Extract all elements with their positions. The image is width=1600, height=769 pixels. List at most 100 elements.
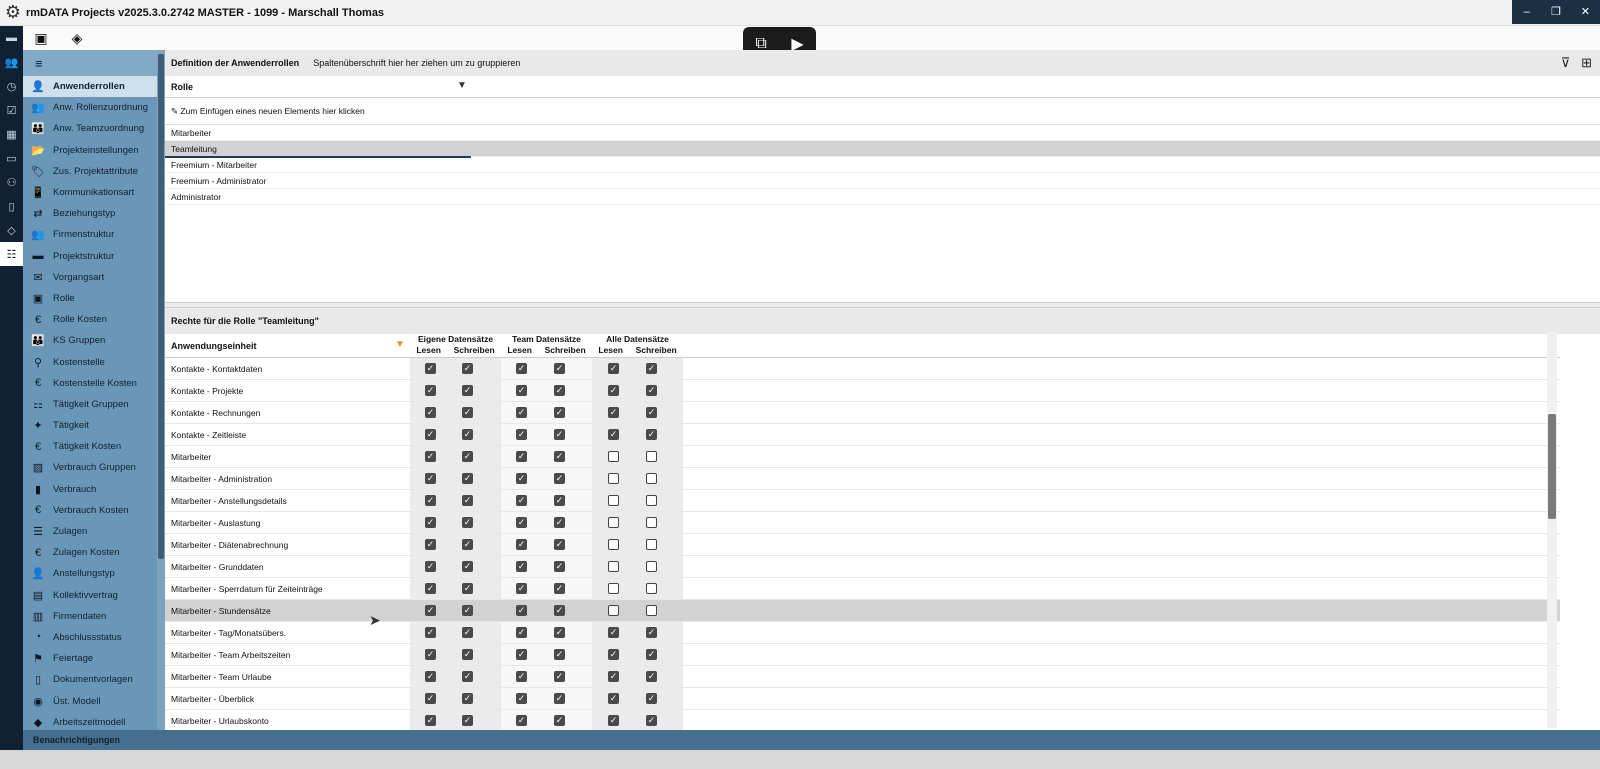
sidebar-item-3[interactable]: 📂 Projekteinstellungen	[23, 140, 165, 161]
role-row[interactable]: Freemium - Mitarbeiter	[165, 157, 1600, 173]
save-icon[interactable]: ▣	[23, 26, 59, 50]
permission-checkbox[interactable]: ✓	[646, 715, 657, 726]
permission-checkbox[interactable]: ✓	[516, 583, 527, 594]
sidebar-item-18[interactable]: ▨ Verbrauch Gruppen	[23, 457, 165, 478]
book-icon[interactable]: ▯	[0, 194, 23, 218]
permission-checkbox[interactable]: ✓	[425, 671, 436, 682]
permission-checkbox[interactable]: ✓	[462, 583, 473, 594]
permission-checkbox[interactable]: ✓	[516, 385, 527, 396]
permission-checkbox[interactable]: ✓	[554, 429, 565, 440]
sidebar-item-7[interactable]: 👥 Firmenstruktur	[23, 224, 165, 245]
rights-row[interactable]: Mitarbeiter - Auslastung ✓ ✓ ✓ ✓	[165, 512, 1560, 534]
permission-checkbox[interactable]: ✓	[608, 407, 619, 418]
permission-checkbox[interactable]: ✓	[462, 473, 473, 484]
sidebar-item-2[interactable]: 👪 Anw. Teamzuordnung	[23, 118, 165, 139]
rights-row[interactable]: Kontakte - Projekte ✓ ✓ ✓ ✓ ✓ ✓	[165, 380, 1560, 402]
permission-checkbox[interactable]: ✓	[462, 715, 473, 726]
permission-checkbox[interactable]: ✓	[462, 649, 473, 660]
permission-checkbox[interactable]: ✓	[646, 407, 657, 418]
permission-checkbox[interactable]: ✓	[516, 627, 527, 638]
role-row[interactable]: Administrator	[165, 189, 1600, 205]
permission-checkbox[interactable]: ✓	[425, 561, 436, 572]
sidebar-item-12[interactable]: 👪 KS Gruppen	[23, 330, 165, 351]
permission-checkbox[interactable]: ✓	[554, 407, 565, 418]
permission-checkbox[interactable]: ✓	[425, 495, 436, 506]
sidebar-item-10[interactable]: ▣ Rolle	[23, 288, 165, 309]
sidebar-item-17[interactable]: € Tätigkeit Kosten	[23, 436, 165, 457]
sidebar-item-28[interactable]: ▯ Dokumentvorlagen	[23, 669, 165, 690]
permission-checkbox[interactable]: ✓	[516, 539, 527, 550]
permission-checkbox[interactable]: ✓	[516, 407, 527, 418]
sidebar-item-13[interactable]: ⚲ Kostenstelle	[23, 351, 165, 372]
permission-checkbox[interactable]: ✓	[646, 385, 657, 396]
permission-checkbox[interactable]: ✓	[608, 385, 619, 396]
permission-checkbox[interactable]	[646, 451, 657, 462]
column-chooser-icon[interactable]: ⊞	[1581, 55, 1592, 70]
team-icon[interactable]: ⚇	[0, 170, 23, 194]
permission-checkbox[interactable]: ✓	[646, 627, 657, 638]
permission-checkbox[interactable]: ✓	[425, 451, 436, 462]
role-row[interactable]: Freemium - Administrator	[165, 173, 1600, 189]
rights-row[interactable]: Kontakte - Zeitleiste ✓ ✓ ✓ ✓ ✓ ✓	[165, 424, 1560, 446]
sidebar-item-9[interactable]: ✉ Vorgangsart	[23, 267, 165, 288]
permission-checkbox[interactable]: ✓	[608, 627, 619, 638]
permission-checkbox[interactable]: ✓	[462, 407, 473, 418]
minimize-button[interactable]: –	[1512, 0, 1541, 24]
rights-row[interactable]: Mitarbeiter - Administration ✓ ✓ ✓ ✓	[165, 468, 1560, 490]
permission-checkbox[interactable]: ✓	[462, 517, 473, 528]
permission-checkbox[interactable]: ✓	[554, 473, 565, 484]
permission-checkbox[interactable]: ✓	[608, 671, 619, 682]
rights-row[interactable]: Mitarbeiter - Anstellungsdetails ✓ ✓ ✓ ✓	[165, 490, 1560, 512]
sidebar-item-26[interactable]: ◔ Abschlussstatus	[23, 627, 165, 648]
sidebar-item-1[interactable]: 👥 Anw. Rollenzuordnung	[23, 97, 165, 118]
permission-checkbox[interactable]: ✓	[554, 385, 565, 396]
permission-checkbox[interactable]: ✓	[554, 605, 565, 616]
permission-checkbox[interactable]	[646, 473, 657, 484]
permission-checkbox[interactable]: ✓	[516, 363, 527, 374]
permission-checkbox[interactable]: ✓	[516, 495, 527, 506]
new-element-row[interactable]: ✎ Zum Einfügen eines neuen Elements hier…	[165, 98, 1600, 125]
permission-checkbox[interactable]	[608, 517, 619, 528]
clock-icon[interactable]: ◷	[0, 74, 23, 98]
rights-row[interactable]: Mitarbeiter - Grunddaten ✓ ✓ ✓ ✓	[165, 556, 1560, 578]
filter-icon[interactable]: ▼	[457, 80, 467, 91]
permission-checkbox[interactable]	[608, 451, 619, 462]
permission-checkbox[interactable]: ✓	[516, 451, 527, 462]
permission-checkbox[interactable]	[608, 561, 619, 572]
settings-icon[interactable]: ☷	[0, 242, 23, 266]
permission-checkbox[interactable]	[646, 539, 657, 550]
permission-checkbox[interactable]: ✓	[554, 627, 565, 638]
sidebar-item-14[interactable]: € Kostenstelle Kosten	[23, 373, 165, 394]
permission-checkbox[interactable]: ✓	[554, 539, 565, 550]
permission-checkbox[interactable]: ✓	[516, 429, 527, 440]
permission-checkbox[interactable]: ✓	[516, 715, 527, 726]
permission-checkbox[interactable]: ✓	[608, 363, 619, 374]
sidebar-item-5[interactable]: 📱 Kommunikationsart	[23, 182, 165, 203]
permission-checkbox[interactable]: ✓	[554, 495, 565, 506]
clear-filter-icon[interactable]: ⊽	[1561, 55, 1571, 70]
permission-checkbox[interactable]: ✓	[425, 627, 436, 638]
sidebar-item-20[interactable]: € Verbrauch Kosten	[23, 500, 165, 521]
permission-checkbox[interactable]: ✓	[425, 385, 436, 396]
sidebar-item-15[interactable]: ⚏ Tätigkeit Gruppen	[23, 394, 165, 415]
rights-row[interactable]: Mitarbeiter - Sperrdatum für Zeiteinträg…	[165, 578, 1560, 600]
permission-checkbox[interactable]	[646, 605, 657, 616]
sidebar-item-16[interactable]: ✦ Tätigkeit	[23, 415, 165, 436]
rights-row[interactable]: Kontakte - Kontaktdaten ✓ ✓ ✓ ✓ ✓ ✓	[165, 358, 1560, 380]
permission-checkbox[interactable]	[646, 583, 657, 594]
sidebar-item-6[interactable]: ⇄ Beziehungstyp	[23, 203, 165, 224]
permission-checkbox[interactable]: ✓	[462, 605, 473, 616]
eraser-icon[interactable]: ◈	[59, 26, 95, 50]
rights-scrollbar-thumb[interactable]	[1548, 414, 1556, 519]
calendar-icon[interactable]: ▦	[0, 122, 23, 146]
notifications-bar[interactable]: Benachrichtigungen	[23, 730, 1600, 750]
rights-row[interactable]: Mitarbeiter - Urlaubskonto ✓ ✓ ✓ ✓ ✓ ✓	[165, 710, 1560, 732]
permission-checkbox[interactable]: ✓	[646, 649, 657, 660]
permission-checkbox[interactable]: ✓	[516, 649, 527, 660]
permission-checkbox[interactable]: ✓	[425, 693, 436, 704]
permission-checkbox[interactable]: ✓	[554, 561, 565, 572]
permission-checkbox[interactable]	[608, 539, 619, 550]
rights-scrollbar[interactable]	[1547, 332, 1557, 728]
sidebar-item-11[interactable]: € Rolle Kosten	[23, 309, 165, 330]
permission-checkbox[interactable]: ✓	[554, 517, 565, 528]
